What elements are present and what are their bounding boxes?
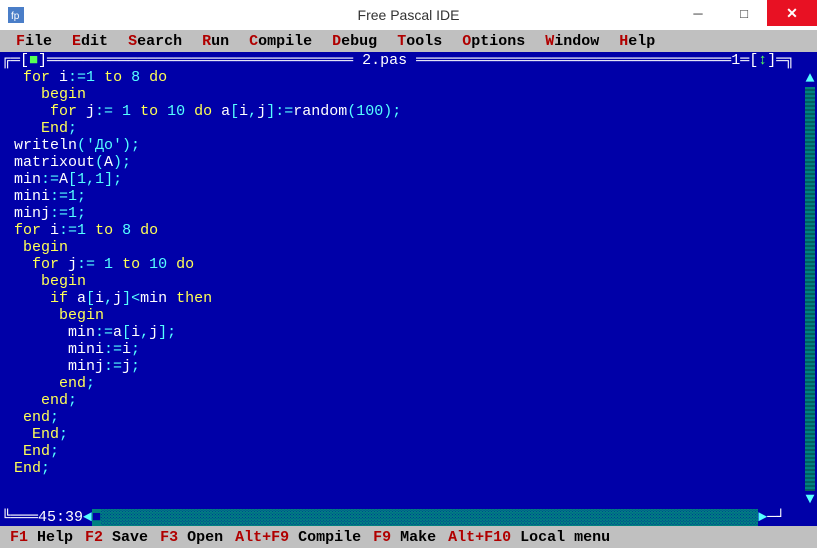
menu-edit[interactable]: Edit <box>62 33 118 50</box>
code-line[interactable]: End; <box>14 120 817 137</box>
svg-text:fp: fp <box>11 11 20 22</box>
scroll-right-icon[interactable]: ► <box>758 509 767 526</box>
menu-help[interactable]: Help <box>609 33 665 50</box>
function-key-bar: F1 HelpF2 SaveF3 OpenAlt+F9 CompileF9 Ma… <box>0 526 817 548</box>
editor-frame-top: ╔═[■]══════════════════════════════════ … <box>0 52 817 69</box>
menu-run[interactable]: Run <box>192 33 239 50</box>
fnkey-alt-f10[interactable]: Alt+F10 Local menu <box>442 529 616 546</box>
code-line[interactable]: writeln('До'); <box>14 137 817 154</box>
code-line[interactable]: for i:=1 to 8 do <box>14 69 817 86</box>
code-line[interactable]: end; <box>14 392 817 409</box>
vertical-scrollbar[interactable]: ▲ ▼ <box>805 70 815 508</box>
window-titlebar: fp Free Pascal IDE ─ □ ✕ <box>0 0 817 30</box>
editor-window-number: 1 <box>731 52 740 69</box>
app-icon: fp <box>6 5 26 25</box>
menu-bar: FileEditSearchRunCompileDebugToolsOption… <box>0 30 817 52</box>
fnkey-alt-f9[interactable]: Alt+F9 Compile <box>229 529 367 546</box>
horizontal-scrollbar[interactable]: ░░░░░░░░░░░░░░░░░░░░░░░░░░░░░░░░░░░░░░░░… <box>101 509 758 526</box>
code-line[interactable]: End; <box>14 426 817 443</box>
fnkey-f3[interactable]: F3 Open <box>154 529 229 546</box>
scroll-left-icon[interactable]: ◄ <box>83 509 92 526</box>
menu-compile[interactable]: Compile <box>239 33 322 50</box>
code-line[interactable]: minj:=j; <box>14 358 817 375</box>
code-area[interactable]: for i:=1 to 8 do begin for j:= 1 to 10 d… <box>0 69 817 477</box>
maximize-button[interactable]: □ <box>721 0 767 26</box>
code-line[interactable]: matrixout(A); <box>14 154 817 171</box>
code-line[interactable]: End; <box>14 443 817 460</box>
scroll-track[interactable] <box>805 87 815 491</box>
cursor-position: 45:39 <box>38 509 83 526</box>
menu-window[interactable]: Window <box>535 33 609 50</box>
code-line[interactable]: if a[i,j]<min then <box>14 290 817 307</box>
code-line[interactable]: end; <box>14 375 817 392</box>
fnkey-f1[interactable]: F1 Help <box>4 529 79 546</box>
close-button[interactable]: ✕ <box>767 0 817 26</box>
code-line[interactable]: for j:= 1 to 10 do <box>14 256 817 273</box>
fnkey-f9[interactable]: F9 Make <box>367 529 442 546</box>
code-line[interactable]: end; <box>14 409 817 426</box>
code-line[interactable]: minj:=1; <box>14 205 817 222</box>
editor-area[interactable]: ╔═[■]══════════════════════════════════ … <box>0 52 817 526</box>
menu-file[interactable]: File <box>6 33 62 50</box>
minimize-button[interactable]: ─ <box>675 0 721 26</box>
code-line[interactable]: begin <box>14 86 817 103</box>
code-line[interactable]: min:=a[i,j]; <box>14 324 817 341</box>
menu-search[interactable]: Search <box>118 33 192 50</box>
editor-frame-bottom: ╚═══ 45:39 ◄■░░░░░░░░░░░░░░░░░░░░░░░░░░░… <box>0 509 817 526</box>
code-line[interactable]: End; <box>14 460 817 477</box>
code-line[interactable]: begin <box>14 273 817 290</box>
menu-tools[interactable]: Tools <box>387 33 452 50</box>
code-line[interactable]: mini:=1; <box>14 188 817 205</box>
menu-debug[interactable]: Debug <box>322 33 387 50</box>
menu-options[interactable]: Options <box>452 33 535 50</box>
code-line[interactable]: begin <box>14 239 817 256</box>
editor-filename: 2.pas <box>362 52 407 69</box>
code-line[interactable]: min:=A[1,1]; <box>14 171 817 188</box>
code-line[interactable]: for j:= 1 to 10 do a[i,j]:=random(100); <box>14 103 817 120</box>
scroll-down-icon[interactable]: ▼ <box>805 491 815 508</box>
code-line[interactable]: for i:=1 to 8 do <box>14 222 817 239</box>
code-line[interactable]: mini:=i; <box>14 341 817 358</box>
fnkey-f2[interactable]: F2 Save <box>79 529 154 546</box>
scroll-up-icon[interactable]: ▲ <box>805 70 815 87</box>
code-line[interactable]: begin <box>14 307 817 324</box>
